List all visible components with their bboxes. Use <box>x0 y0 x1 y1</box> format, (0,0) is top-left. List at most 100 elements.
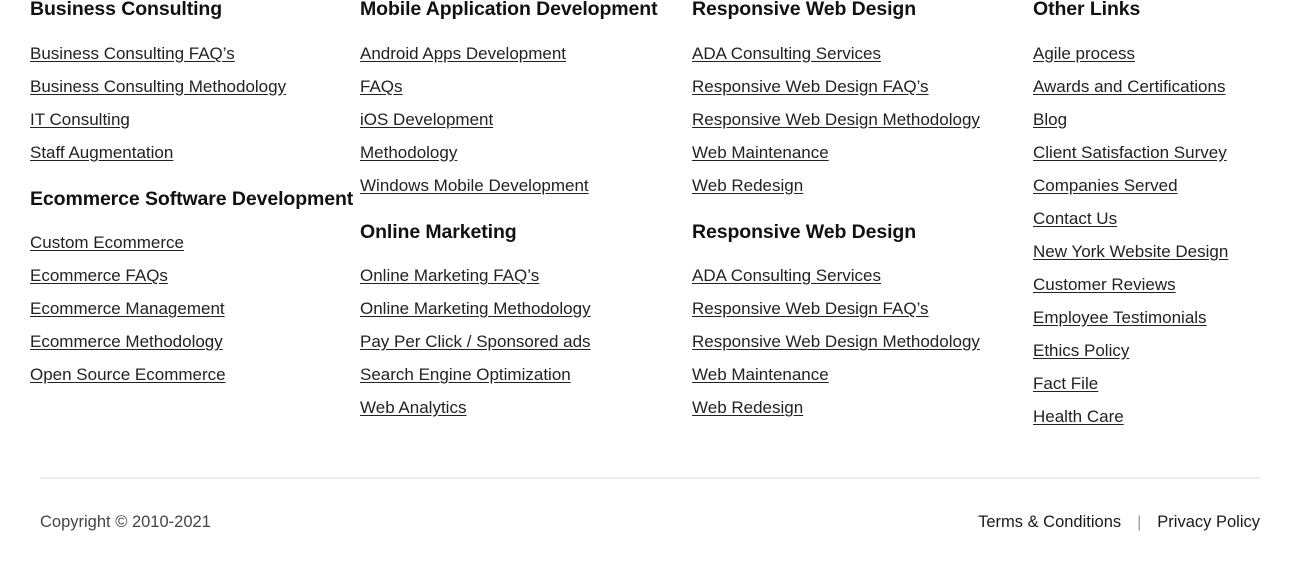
footer-link-search-engine-optimization[interactable]: Search Engine Optimization <box>360 365 571 384</box>
footer-link-web-redesign[interactable]: Web Redesign <box>692 176 803 195</box>
footer-link-list: Online Marketing FAQ’s Online Marketing M… <box>360 259 692 424</box>
privacy-policy-link[interactable]: Privacy Policy <box>1157 513 1260 532</box>
footer-section-other-links: Other Links Agile process Awards and Certi… <box>1033 0 1300 433</box>
footer-link-item: Ethics Policy <box>1033 334 1300 367</box>
footer-link-list: ADA Consulting Services Responsive Web De… <box>692 37 1033 202</box>
footer-link-ios-development[interactable]: iOS Development <box>360 110 493 129</box>
footer-section-online-marketing: Online Marketing Online Marketing FAQ’s On… <box>360 220 692 425</box>
footer-link-list: Custom Ecommerce Ecommerce FAQs Ecommerce … <box>30 226 360 391</box>
legal-links: Terms & Conditions | Privacy Policy <box>978 513 1260 532</box>
footer-heading-responsive-web-design: Responsive Web Design <box>692 220 917 243</box>
footer-link-item: Staff Augmentation <box>30 136 360 169</box>
footer-link-companies-served[interactable]: Companies Served <box>1033 176 1178 195</box>
footer-link-list: Agile process Awards and Certifications Bl… <box>1033 37 1300 433</box>
footer-link-item: Ecommerce FAQs <box>30 259 360 292</box>
footer-link-new-york-website-design[interactable]: New York Website Design <box>1033 242 1228 261</box>
footer-link-responsive-web-design-faqs[interactable]: Responsive Web Design FAQ’s <box>692 77 929 96</box>
footer-link-item: Contact Us <box>1033 202 1300 235</box>
footer-link-item: Ecommerce Management <box>30 292 360 325</box>
footer-section-ecommerce-software-development: Ecommerce Software Development Custom Eco… <box>30 189 360 392</box>
footer-link-item: iOS Development <box>360 103 692 136</box>
footer-link-business-consulting-methodology[interactable]: Business Consulting Methodology <box>30 77 286 96</box>
footer-link-item: Web Redesign <box>692 169 1033 202</box>
footer-link-android-apps-development[interactable]: Android Apps Development <box>360 44 566 63</box>
footer-link-blog[interactable]: Blog <box>1033 110 1067 129</box>
footer-heading-responsive-web-design: Responsive Web Design <box>692 0 917 20</box>
footer-link-windows-mobile-development[interactable]: Windows Mobile Development <box>360 176 589 195</box>
footer-link-fact-file[interactable]: Fact File <box>1033 374 1098 393</box>
footer-link-customer-reviews[interactable]: Customer Reviews <box>1033 275 1176 294</box>
footer-link-client-satisfaction-survey[interactable]: Client Satisfaction Survey <box>1033 143 1227 162</box>
footer-link-item: Health Care <box>1033 400 1300 433</box>
footer-link-responsive-web-design-faqs[interactable]: Responsive Web Design FAQ’s <box>692 299 929 318</box>
footer-link-health-care[interactable]: Health Care <box>1033 407 1124 426</box>
footer-section-responsive-web-design: Responsive Web Design ADA Consulting Serv… <box>692 220 1033 425</box>
footer-link-pay-per-click-sponsored-ads[interactable]: Pay Per Click / Sponsored ads <box>360 332 591 351</box>
footer-link-item: Methodology <box>360 136 692 169</box>
footer-link-agile-process[interactable]: Agile process <box>1033 44 1135 63</box>
terms-and-conditions-link[interactable]: Terms & Conditions <box>978 513 1121 532</box>
footer-link-online-marketing-methodology[interactable]: Online Marketing Methodology <box>360 299 591 318</box>
footer-link-item: Responsive Web Design FAQ’s <box>692 292 1033 325</box>
footer-link-business-consulting-faqs[interactable]: Business Consulting FAQ’s <box>30 44 235 63</box>
footer-link-web-analytics[interactable]: Web Analytics <box>360 398 466 417</box>
footer-heading-online-marketing: Online Marketing <box>360 220 517 243</box>
footer-link-staff-augmentation[interactable]: Staff Augmentation <box>30 143 173 162</box>
footer-link-item: IT Consulting <box>30 103 360 136</box>
footer-link-faqs[interactable]: FAQs <box>360 77 403 96</box>
footer-link-item: Windows Mobile Development <box>360 169 692 202</box>
footer-link-awards-and-certifications[interactable]: Awards and Certifications <box>1033 77 1225 96</box>
footer-link-item: Custom Ecommerce <box>30 226 360 259</box>
footer-link-list: Android Apps Development FAQs iOS Developm… <box>360 37 692 202</box>
footer-column-2: Mobile Application Development Android Ap… <box>360 0 692 424</box>
footer-link-responsive-web-design-methodology[interactable]: Responsive Web Design Methodology <box>692 332 980 351</box>
footer-link-item: Ecommerce Methodology <box>30 325 360 358</box>
footer-heading-mobile-application-development: Mobile Application Development <box>360 0 658 20</box>
footer-link-item: Customer Reviews <box>1033 268 1300 301</box>
footer-section-business-consulting: Business Consulting Business Consulting F… <box>30 0 360 169</box>
footer-link-web-maintenance[interactable]: Web Maintenance <box>692 365 829 384</box>
footer-link-item: ADA Consulting Services <box>692 37 1033 70</box>
footer-link-methodology[interactable]: Methodology <box>360 143 457 162</box>
copyright-text: Copyright © 2010-2021 <box>40 513 211 531</box>
footer-link-ada-consulting-services[interactable]: ADA Consulting Services <box>692 266 881 285</box>
footer-link-ecommerce-management[interactable]: Ecommerce Management <box>30 299 225 318</box>
footer-link-item: Web Analytics <box>360 391 692 424</box>
footer-link-web-redesign[interactable]: Web Redesign <box>692 398 803 417</box>
footer-section-mobile-application-development: Mobile Application Development Android Ap… <box>360 0 692 202</box>
footer-link-online-marketing-faqs[interactable]: Online Marketing FAQ’s <box>360 266 539 285</box>
footer-column-1: Business Consulting Business Consulting F… <box>0 0 360 391</box>
footer-column-4: Other Links Agile process Awards and Certi… <box>1033 0 1300 433</box>
footer-link-item: Android Apps Development <box>360 37 692 70</box>
footer-link-item: Employee Testimonials <box>1033 301 1300 334</box>
footer-link-item: Web Redesign <box>692 391 1033 424</box>
footer-link-item: Companies Served <box>1033 169 1300 202</box>
footer-link-item: Pay Per Click / Sponsored ads <box>360 325 692 358</box>
footer-link-it-consulting[interactable]: IT Consulting <box>30 110 130 129</box>
footer-link-item: Awards and Certifications <box>1033 70 1300 103</box>
footer-link-item: Business Consulting Methodology <box>30 70 360 103</box>
footer-link-ada-consulting-services[interactable]: ADA Consulting Services <box>692 44 881 63</box>
footer-link-ecommerce-methodology[interactable]: Ecommerce Methodology <box>30 332 223 351</box>
footer-column-3: Responsive Web Design ADA Consulting Serv… <box>692 0 1033 424</box>
footer-link-open-source-ecommerce[interactable]: Open Source Ecommerce <box>30 365 226 384</box>
footer-link-web-maintenance[interactable]: Web Maintenance <box>692 143 829 162</box>
footer-link-employee-testimonials[interactable]: Employee Testimonials <box>1033 308 1207 327</box>
footer-link-responsive-web-design-methodology[interactable]: Responsive Web Design Methodology <box>692 110 980 129</box>
footer-link-contact-us[interactable]: Contact Us <box>1033 209 1117 228</box>
footer-divider <box>40 477 1260 479</box>
footer-link-custom-ecommerce[interactable]: Custom Ecommerce <box>30 233 184 252</box>
footer-link-item: Fact File <box>1033 367 1300 400</box>
footer-link-item: New York Website Design <box>1033 235 1300 268</box>
footer-bottom-bar: Copyright © 2010-2021 Terms & Conditions… <box>0 500 1300 545</box>
footer-link-ecommerce-faqs[interactable]: Ecommerce FAQs <box>30 266 168 285</box>
site-footer: Business Consulting Business Consulting F… <box>0 0 1300 563</box>
footer-link-ethics-policy[interactable]: Ethics Policy <box>1033 341 1129 360</box>
footer-link-item: Online Marketing FAQ’s <box>360 259 692 292</box>
footer-section-responsive-web-design: Responsive Web Design ADA Consulting Serv… <box>692 0 1033 202</box>
footer-link-item: Web Maintenance <box>692 358 1033 391</box>
footer-link-item: Web Maintenance <box>692 136 1033 169</box>
footer-link-item: Business Consulting FAQ’s <box>30 37 360 70</box>
footer-link-item: Agile process <box>1033 37 1300 70</box>
footer-link-item: Client Satisfaction Survey <box>1033 136 1300 169</box>
